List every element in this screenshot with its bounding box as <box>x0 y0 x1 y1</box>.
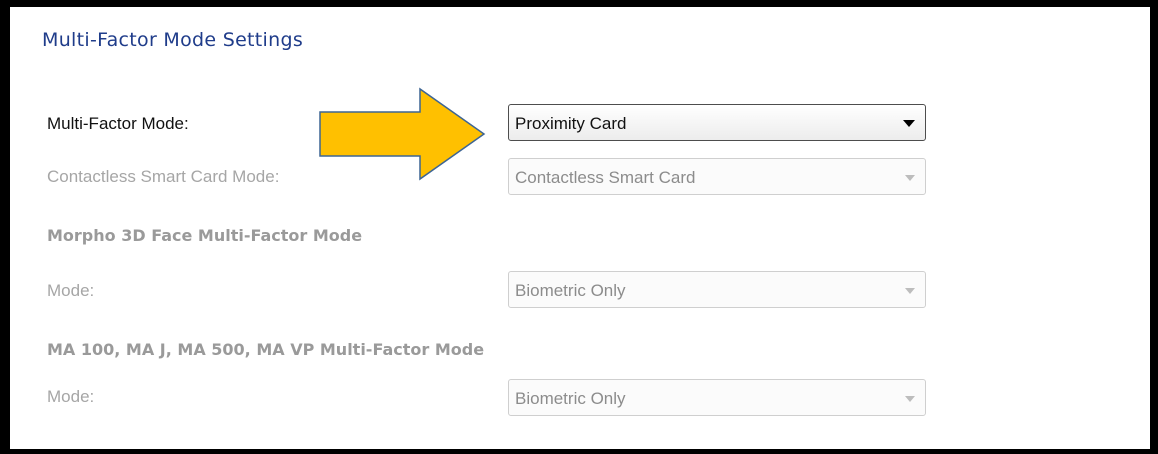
chevron-down-icon <box>905 175 915 181</box>
morpho-section-heading: Morpho 3D Face Multi-Factor Mode <box>47 226 363 245</box>
multi-factor-mode-value: Proximity Card <box>515 114 627 133</box>
multi-factor-mode-select[interactable]: Proximity Card <box>508 104 926 141</box>
ma-mode-select[interactable]: Biometric Only <box>508 379 926 416</box>
right-arrow-callout-icon <box>319 87 486 181</box>
settings-panel: Multi-Factor Mode Settings Multi-Factor … <box>10 7 1150 449</box>
multi-factor-mode-label: Multi-Factor Mode: <box>47 114 189 133</box>
contactless-mode-label: Contactless Smart Card Mode: <box>47 167 280 186</box>
chevron-down-icon <box>905 396 915 402</box>
morpho-mode-label: Mode: <box>47 281 95 300</box>
ma-section-heading: MA 100, MA J, MA 500, MA VP Multi-Factor… <box>47 340 485 359</box>
chevron-down-icon <box>903 120 915 127</box>
contactless-mode-select[interactable]: Contactless Smart Card <box>508 158 926 195</box>
ma-mode-label: Mode: <box>47 387 95 406</box>
morpho-mode-value: Biometric Only <box>515 281 626 300</box>
ma-mode-value: Biometric Only <box>515 389 626 408</box>
morpho-mode-select[interactable]: Biometric Only <box>508 271 926 308</box>
section-title: Multi-Factor Mode Settings <box>42 29 304 51</box>
contactless-mode-value: Contactless Smart Card <box>515 168 696 187</box>
chevron-down-icon <box>905 288 915 294</box>
